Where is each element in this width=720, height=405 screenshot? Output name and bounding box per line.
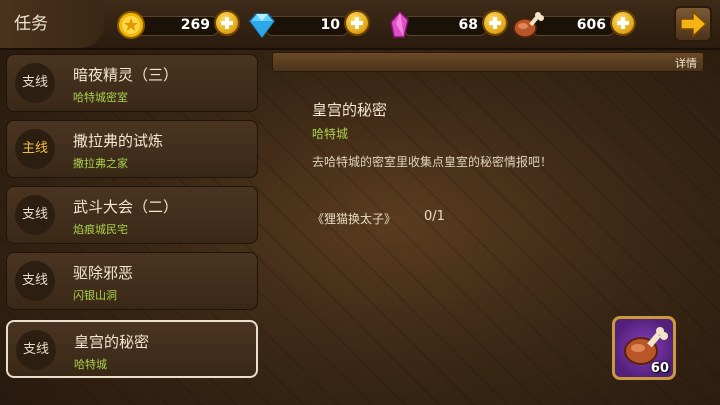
coin-icon <box>117 11 145 39</box>
quest-name: 撒拉弗的试炼 <box>73 132 164 150</box>
arrow-right-icon <box>680 10 708 38</box>
reward-item[interactable]: 60 <box>612 316 676 380</box>
diamond-icon <box>249 13 275 39</box>
page-title: 任务 <box>14 14 48 34</box>
quest-location: 撒拉弗之家 <box>73 157 128 170</box>
crystal-value: 68 <box>458 17 478 33</box>
reward-count: 60 <box>650 361 669 376</box>
quest-name: 武斗大会（二） <box>73 198 179 216</box>
crystal-counter: 68 <box>384 10 508 38</box>
quest-item[interactable]: 支线 暗夜精灵（三） 哈特城密室 <box>6 54 258 112</box>
top-bar: 任务 269 10 68 606 <box>0 0 720 50</box>
detail-title: 皇宫的秘密 <box>312 101 388 119</box>
meat-icon <box>513 12 544 38</box>
detail-banner: 详情 <box>272 52 704 72</box>
coin-value: 269 <box>180 17 210 33</box>
meat-value: 606 <box>576 17 606 33</box>
quest-item[interactable]: 支线 武斗大会（二） 焰痕城民宅 <box>6 186 258 244</box>
quest-location: 哈特城密室 <box>73 91 128 104</box>
quest-item-selected[interactable]: 支线 皇宫的秘密 哈特城 <box>6 320 258 378</box>
diamond-value: 10 <box>320 17 340 33</box>
quest-name: 驱除邪恶 <box>73 264 134 282</box>
quest-type-badge: 支线 <box>15 195 55 235</box>
crystal-icon <box>390 10 409 38</box>
add-crystal-button[interactable] <box>482 10 508 36</box>
diamond-counter: 10 <box>246 10 370 39</box>
quest-type-badge: 主线 <box>15 129 55 169</box>
objective-progress: 0/1 <box>424 209 445 224</box>
quest-item[interactable]: 支线 驱除邪恶 闪银山洞 <box>6 252 258 310</box>
coin-counter: 269 <box>116 10 240 39</box>
quest-location: 哈特城 <box>74 358 107 371</box>
add-meat-button[interactable] <box>610 10 636 36</box>
detail-location: 哈特城 <box>312 127 349 141</box>
add-diamond-button[interactable] <box>344 10 370 36</box>
detail-banner-label: 详情 <box>675 57 697 70</box>
quest-type-badge: 支线 <box>16 330 56 370</box>
quest-name: 皇宫的秘密 <box>74 333 150 351</box>
quest-name: 暗夜精灵（三） <box>73 66 179 84</box>
quest-location: 焰痕城民宅 <box>73 223 128 236</box>
quest-type-badge: 支线 <box>15 261 55 301</box>
next-button[interactable] <box>674 6 712 42</box>
meat-counter: 606 <box>512 10 636 38</box>
quest-item[interactable]: 主线 撒拉弗的试炼 撒拉弗之家 <box>6 120 258 178</box>
detail-description: 去哈特城的密室里收集点皇室的秘密情报吧！ <box>312 155 553 169</box>
quest-type-badge: 支线 <box>15 63 55 103</box>
objective-name: 《狸猫换太子》 <box>312 212 397 226</box>
add-coin-button[interactable] <box>214 10 240 36</box>
quest-location: 闪银山洞 <box>73 289 117 302</box>
